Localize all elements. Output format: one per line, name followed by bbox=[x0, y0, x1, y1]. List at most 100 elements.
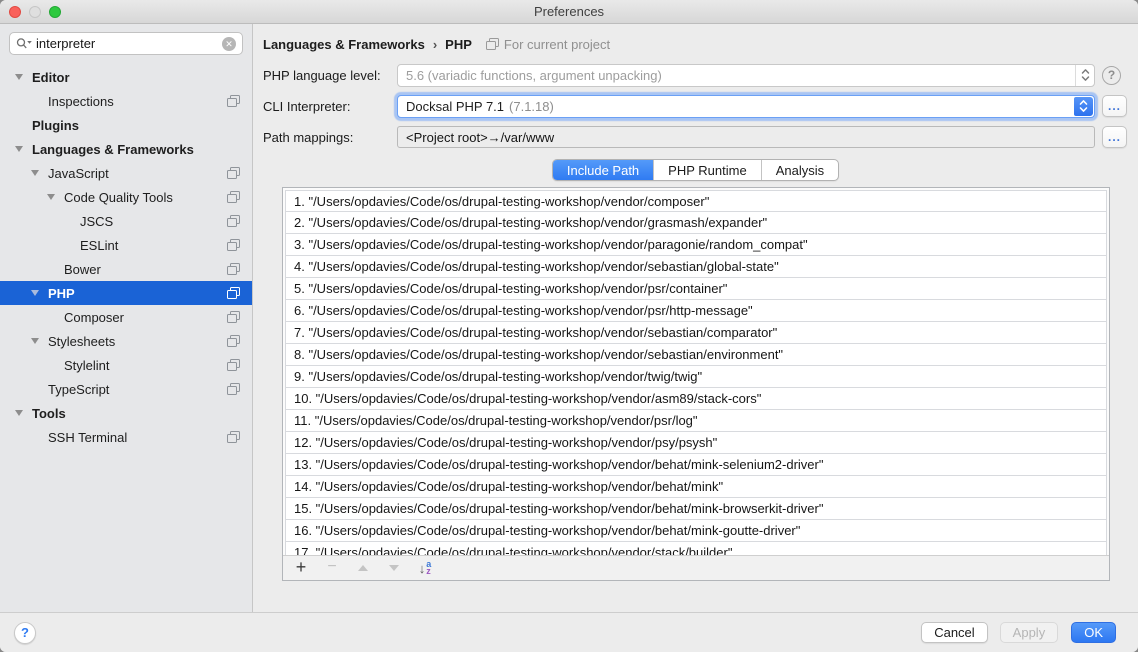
sidebar-item-tools[interactable]: Tools bbox=[0, 401, 252, 425]
sidebar-item-stylesheets[interactable]: Stylesheets bbox=[0, 329, 252, 353]
include-path-panel: 1. "/Users/opdavies/Code/os/drupal-testi… bbox=[282, 187, 1110, 581]
per-project-icon bbox=[227, 239, 240, 251]
expand-toggle[interactable] bbox=[22, 434, 48, 440]
titlebar: Preferences bbox=[0, 0, 1138, 24]
php-settings-tabs: Include PathPHP RuntimeAnalysis bbox=[552, 159, 839, 181]
expand-toggle[interactable] bbox=[6, 146, 32, 152]
per-project-icon bbox=[227, 359, 240, 371]
tab-php-runtime[interactable]: PHP Runtime bbox=[653, 160, 761, 180]
cli-interpreter-value: Docksal PHP 7.1(7.1.18) bbox=[398, 99, 1073, 114]
expand-toggle[interactable] bbox=[54, 242, 80, 248]
include-path-row[interactable]: 9. "/Users/opdavies/Code/os/drupal-testi… bbox=[285, 366, 1107, 388]
sidebar-item-label: JSCS bbox=[80, 214, 113, 229]
per-project-icon bbox=[227, 335, 240, 347]
expand-toggle[interactable] bbox=[54, 218, 80, 224]
per-project-icon bbox=[227, 167, 240, 179]
include-path-row[interactable]: 11. "/Users/opdavies/Code/os/drupal-test… bbox=[285, 410, 1107, 432]
remove-path-button[interactable]: − bbox=[325, 558, 339, 576]
include-path-toolbar: + − ↓ a z bbox=[283, 555, 1109, 580]
include-path-row[interactable]: 15. "/Users/opdavies/Code/os/drupal-test… bbox=[285, 498, 1107, 520]
sidebar-item-languages-frameworks[interactable]: Languages & Frameworks bbox=[0, 137, 252, 161]
sidebar-item-label: Plugins bbox=[32, 118, 79, 133]
tab-analysis[interactable]: Analysis bbox=[761, 160, 838, 180]
include-path-row[interactable]: 14. "/Users/opdavies/Code/os/drupal-test… bbox=[285, 476, 1107, 498]
path-mappings-browse-button[interactable]: ... bbox=[1102, 126, 1127, 148]
include-path-value: 8. "/Users/opdavies/Code/os/drupal-testi… bbox=[294, 347, 783, 362]
expand-toggle[interactable] bbox=[38, 266, 64, 272]
cli-interpreter-browse-button[interactable]: ... bbox=[1102, 95, 1127, 117]
sidebar-item-eslint[interactable]: ESLint bbox=[0, 233, 252, 257]
tab-include-path[interactable]: Include Path bbox=[553, 160, 653, 180]
sidebar-item-code-quality-tools[interactable]: Code Quality Tools bbox=[0, 185, 252, 209]
expand-toggle[interactable] bbox=[22, 290, 48, 296]
move-up-button[interactable] bbox=[356, 565, 370, 571]
sidebar-item-inspections[interactable]: Inspections bbox=[0, 89, 252, 113]
clear-search-icon[interactable]: ✕ bbox=[222, 37, 236, 51]
sidebar-item-label: Composer bbox=[64, 310, 124, 325]
apply-button[interactable]: Apply bbox=[1000, 622, 1059, 643]
sidebar-item-composer[interactable]: Composer bbox=[0, 305, 252, 329]
language-level-help-button[interactable]: ? bbox=[1102, 66, 1121, 85]
include-path-row[interactable]: 5. "/Users/opdavies/Code/os/drupal-testi… bbox=[285, 278, 1107, 300]
include-path-value: 2. "/Users/opdavies/Code/os/drupal-testi… bbox=[294, 215, 767, 230]
expand-toggle[interactable] bbox=[22, 386, 48, 392]
expand-toggle[interactable] bbox=[38, 362, 64, 368]
sidebar-item-label: Code Quality Tools bbox=[64, 190, 173, 205]
sidebar-item-typescript[interactable]: TypeScript bbox=[0, 377, 252, 401]
expand-toggle[interactable] bbox=[38, 194, 64, 200]
path-mappings-field[interactable]: <Project root>→/var/www bbox=[397, 126, 1095, 148]
search-input[interactable] bbox=[33, 36, 222, 51]
sidebar-item-javascript[interactable]: JavaScript bbox=[0, 161, 252, 185]
expand-toggle[interactable] bbox=[22, 98, 48, 104]
sidebar-item-ssh-terminal[interactable]: SSH Terminal bbox=[0, 425, 252, 449]
include-path-row[interactable]: 1. "/Users/opdavies/Code/os/drupal-testi… bbox=[285, 190, 1107, 212]
php-settings-panel: Languages & Frameworks › PHP For current… bbox=[253, 24, 1138, 612]
per-project-icon bbox=[227, 431, 240, 443]
per-project-icon bbox=[227, 95, 240, 107]
help-button[interactable]: ? bbox=[14, 622, 36, 644]
expand-toggle[interactable] bbox=[6, 74, 32, 80]
move-down-button[interactable] bbox=[387, 565, 401, 571]
minimize-window-button[interactable] bbox=[29, 6, 41, 18]
zoom-window-button[interactable] bbox=[49, 6, 61, 18]
sidebar-item-label: Languages & Frameworks bbox=[32, 142, 194, 157]
add-path-button[interactable]: + bbox=[294, 557, 308, 578]
cli-interpreter-select[interactable]: Docksal PHP 7.1(7.1.18) bbox=[397, 95, 1095, 118]
expand-toggle[interactable] bbox=[22, 170, 48, 176]
include-path-row[interactable]: 2. "/Users/opdavies/Code/os/drupal-testi… bbox=[285, 212, 1107, 234]
expand-toggle[interactable] bbox=[22, 338, 48, 344]
sidebar-item-bower[interactable]: Bower bbox=[0, 257, 252, 281]
include-path-value: 4. "/Users/opdavies/Code/os/drupal-testi… bbox=[294, 259, 779, 274]
include-path-row[interactable]: 13. "/Users/opdavies/Code/os/drupal-test… bbox=[285, 454, 1107, 476]
include-path-row[interactable]: 12. "/Users/opdavies/Code/os/drupal-test… bbox=[285, 432, 1107, 454]
ok-button[interactable]: OK bbox=[1071, 622, 1116, 643]
expand-toggle[interactable] bbox=[6, 410, 32, 416]
sidebar-item-label: Stylesheets bbox=[48, 334, 115, 349]
language-level-select[interactable]: 5.6 (variadic functions, argument unpack… bbox=[397, 64, 1095, 87]
sidebar-item-php[interactable]: PHP bbox=[0, 281, 252, 305]
settings-search-field[interactable]: ✕ bbox=[9, 32, 243, 55]
language-level-row: PHP language level: 5.6 (variadic functi… bbox=[263, 63, 1128, 87]
sidebar-item-editor[interactable]: Editor bbox=[0, 65, 252, 89]
include-path-row[interactable]: 3. "/Users/opdavies/Code/os/drupal-testi… bbox=[285, 234, 1107, 256]
sidebar-item-stylelint[interactable]: Stylelint bbox=[0, 353, 252, 377]
include-path-row[interactable]: 17. "/Users/opdavies/Code/os/drupal-test… bbox=[285, 542, 1107, 555]
include-path-row[interactable]: 8. "/Users/opdavies/Code/os/drupal-testi… bbox=[285, 344, 1107, 366]
include-path-row[interactable]: 4. "/Users/opdavies/Code/os/drupal-testi… bbox=[285, 256, 1107, 278]
sort-alphabetically-button[interactable]: ↓ a z bbox=[418, 561, 432, 576]
expand-toggle[interactable] bbox=[38, 314, 64, 320]
expand-toggle[interactable] bbox=[6, 122, 32, 128]
include-path-row[interactable]: 6. "/Users/opdavies/Code/os/drupal-testi… bbox=[285, 300, 1107, 322]
sidebar-item-plugins[interactable]: Plugins bbox=[0, 113, 252, 137]
include-path-row[interactable]: 10. "/Users/opdavies/Code/os/drupal-test… bbox=[285, 388, 1107, 410]
include-path-value: 17. "/Users/opdavies/Code/os/drupal-test… bbox=[294, 545, 732, 555]
close-window-button[interactable] bbox=[9, 6, 21, 18]
sidebar-item-label: TypeScript bbox=[48, 382, 109, 397]
include-path-row[interactable]: 7. "/Users/opdavies/Code/os/drupal-testi… bbox=[285, 322, 1107, 344]
cancel-button[interactable]: Cancel bbox=[921, 622, 987, 643]
window-title: Preferences bbox=[534, 4, 604, 19]
include-path-row[interactable]: 16. "/Users/opdavies/Code/os/drupal-test… bbox=[285, 520, 1107, 542]
sidebar-item-jscs[interactable]: JSCS bbox=[0, 209, 252, 233]
arrow-down-icon bbox=[389, 565, 399, 571]
cli-interpreter-row: CLI Interpreter: Docksal PHP 7.1(7.1.18) bbox=[263, 94, 1128, 118]
